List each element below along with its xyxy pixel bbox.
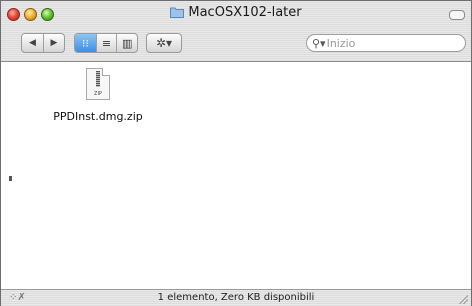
- icon-view-button[interactable]: ⁝⁝: [75, 34, 96, 52]
- forward-button[interactable]: ▶: [43, 34, 64, 52]
- view-switcher: ⁝⁝ ≡ ▥: [74, 33, 138, 53]
- search-icon: ⚲▾: [312, 36, 326, 50]
- forward-arrow-icon: ▶: [50, 38, 58, 48]
- search-input[interactable]: [326, 36, 447, 50]
- window-title: MacOSX102-later: [1, 5, 471, 20]
- window-title-text: MacOSX102-later: [188, 5, 302, 20]
- gear-icon: ✲▾: [155, 36, 173, 50]
- title-bar[interactable]: MacOSX102-later ◀ ▶ ⁝⁝ ≡ ▥ ✲▾ ⚲▾ Inizio: [1, 1, 471, 62]
- file-name: PPDInst.dmg.zip: [53, 110, 143, 123]
- action-menu-button[interactable]: ✲▾: [146, 33, 182, 53]
- file-browser-area[interactable]: ZIP PPDInst.dmg.zip: [1, 62, 471, 289]
- write-lock-icon: ⁘✗: [9, 292, 26, 303]
- status-text: 1 elemento, Zero KB disponibili: [157, 292, 315, 303]
- resize-grip[interactable]: [458, 294, 468, 304]
- status-bar: ⁘✗ 1 elemento, Zero KB disponibili: [1, 289, 471, 306]
- toolbar-toggle-button[interactable]: [449, 10, 465, 20]
- folder-icon: [170, 7, 185, 18]
- back-arrow-icon: ◀: [29, 38, 36, 48]
- search-field[interactable]: ⚲▾: [306, 34, 466, 52]
- zipper-graphic: [96, 71, 100, 87]
- list-view-icon: ≡: [101, 36, 112, 50]
- zip-file-icon: ZIP: [86, 68, 110, 100]
- column-view-button[interactable]: ▥: [116, 34, 137, 52]
- column-view-icon: ▥: [121, 36, 133, 50]
- icon-view-icon: ⁝⁝: [81, 36, 89, 50]
- sidebar-split-handle[interactable]: [9, 176, 12, 181]
- toolbar: ◀ ▶ ⁝⁝ ≡ ▥ ✲▾ ⚲▾: [1, 31, 471, 59]
- finder-window: MacOSX102-later ◀ ▶ ⁝⁝ ≡ ▥ ✲▾ ⚲▾ Inizio …: [0, 0, 472, 306]
- list-view-button[interactable]: ≡: [95, 34, 117, 52]
- file-type-label: ZIP: [94, 91, 102, 97]
- back-button[interactable]: ◀: [22, 34, 43, 52]
- nav-buttons: ◀ ▶: [21, 33, 65, 53]
- file-item[interactable]: ZIP PPDInst.dmg.zip: [53, 68, 143, 123]
